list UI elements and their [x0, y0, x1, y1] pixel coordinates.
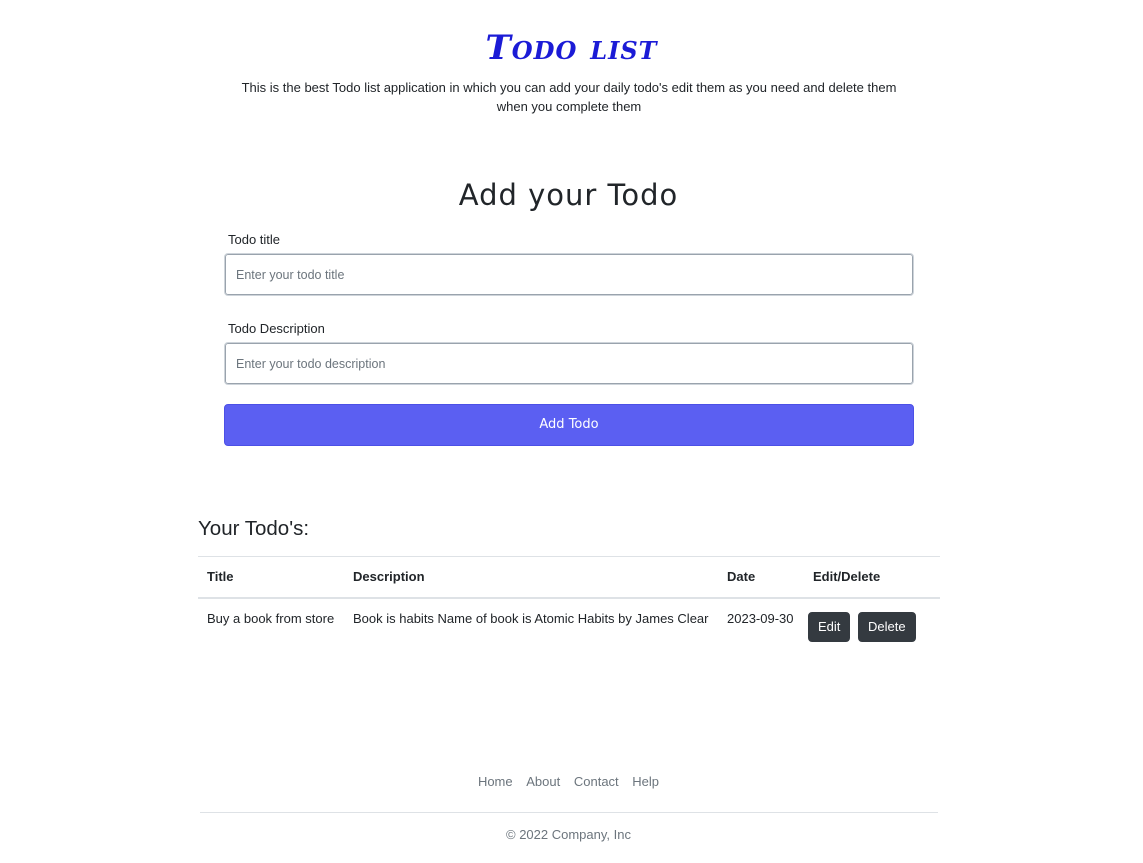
todo-description-label: Todo Description — [228, 321, 325, 336]
footer-nav: Home About Contact Help — [0, 774, 1137, 789]
footer-divider — [200, 812, 938, 813]
footer-link-contact[interactable]: Contact — [574, 774, 619, 789]
todo-title-label: Todo title — [228, 232, 281, 247]
todo-date-cell: 2023-09-30 — [727, 610, 794, 626]
app-description: This is the best Todo list application i… — [241, 80, 897, 114]
todos-table: Title Description Date Edit/Delete Buy a… — [198, 556, 940, 652]
table-row: Buy a book from store Book is habits Nam… — [198, 598, 940, 652]
todo-description-input[interactable] — [224, 342, 914, 385]
edit-button[interactable]: Edit — [808, 611, 851, 642]
copyright-text: © 2022 Company, Inc — [506, 827, 631, 842]
add-todo-heading: Add your Todo — [458, 178, 679, 212]
todos-heading: Your Todo's: — [198, 517, 310, 540]
todo-description-cell: Book is habits Name of book is Atomic Ha… — [353, 610, 709, 626]
add-todo-button[interactable]: Add Todo — [224, 404, 914, 446]
footer-link-home[interactable]: Home — [478, 774, 513, 789]
column-header-actions: Edit/Delete — [804, 556, 940, 599]
column-header-description: Description — [344, 556, 718, 599]
column-header-title: Title — [198, 556, 344, 599]
footer-link-about[interactable]: About — [526, 774, 560, 789]
footer-link-help[interactable]: Help — [632, 774, 659, 789]
column-header-date: Date — [718, 556, 804, 599]
todo-title-cell: Buy a book from store — [207, 610, 335, 626]
app-title: Todo list — [485, 28, 658, 68]
table-header-row: Title Description Date Edit/Delete — [198, 556, 940, 599]
todo-title-input[interactable] — [224, 253, 914, 296]
delete-button[interactable]: Delete — [858, 611, 916, 642]
todo-actions-cell: Edit Delete — [804, 598, 940, 652]
